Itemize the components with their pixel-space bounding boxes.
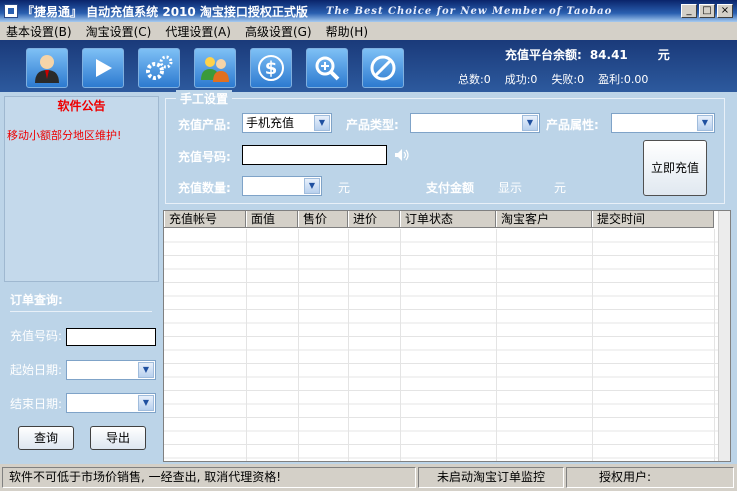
divider [10,311,152,312]
notice-text: 移动小额部分地区维护! [7,129,122,142]
product-label: 充值产品: [178,118,231,132]
product-select[interactable]: 手机充值 ▼ [242,113,332,133]
balance-label: 充值平台余额: [505,48,582,62]
table-header: 充值帐号 面值 售价 进价 订单状态 淘宝客户 提交时间 [164,211,714,228]
window-subtitle: The Best Choice for New Member of Taobao [325,5,613,17]
qty-unit: 元 [338,181,351,195]
gridline [400,229,401,461]
balance-value: 84.41 [589,48,628,62]
chevron-down-icon[interactable]: ▼ [138,395,154,411]
status-user: 授权用户: [566,467,734,488]
play-icon[interactable] [82,48,124,88]
balance-unit: 元 [657,48,670,62]
pay-label: 支付金额 [426,181,475,195]
query-end-label: 结束日期: [10,397,63,411]
zoom-in-icon[interactable] [306,48,348,88]
maximize-button[interactable]: □ [699,4,715,18]
menu-help[interactable]: 帮助(H) [326,23,368,40]
menu-advanced-settings[interactable]: 高级设置(G) [245,23,312,40]
attr-label: 产品属性: [546,118,599,132]
phone-input[interactable] [242,145,387,165]
title-bar: 『捷易通』 自动充值系统 2010 淘宝接口授权正式版 The Best Cho… [0,0,737,22]
end-date-picker[interactable]: ▼ [66,393,156,413]
phone-label: 充值号码: [178,150,231,164]
start-date-picker[interactable]: ▼ [66,360,156,380]
status-monitor: 未启动淘宝订单监控 [418,467,564,488]
balance-display: 充值平台余额: 84.41 元 [505,46,670,63]
col-submit-time[interactable]: 提交时间 [592,211,714,227]
col-sell-price[interactable]: 售价 [298,211,348,227]
col-taobao-customer[interactable]: 淘宝客户 [496,211,592,227]
order-table[interactable]: 充值帐号 面值 售价 进价 订单状态 淘宝客户 提交时间 [163,210,731,462]
speaker-icon[interactable] [394,148,410,162]
chevron-down-icon[interactable]: ▼ [314,115,330,131]
attr-select[interactable]: ▼ [611,113,715,133]
menu-agent-settings[interactable]: 代理设置(A) [165,23,231,40]
qty-select[interactable]: ▼ [242,176,322,196]
recharge-button[interactable]: 立即充值 [643,140,707,196]
toolbar: $ 充值平台余额: 84.41 元 总数:0 成功:0 失败:0 盈利:0.00 [0,40,737,92]
status-bar: 软件不可低于市场价销售, 一经查出, 取消代理资格! 未启动淘宝订单监控 授权用… [0,464,737,491]
notice-panel: 软件公告 移动小额部分地区维护! [4,96,159,282]
col-face-value[interactable]: 面值 [246,211,298,227]
pay-value: 显示 [498,181,523,195]
gridline [714,229,715,461]
window-title: 『捷易通』 自动充值系统 2010 淘宝接口授权正式版 [22,4,308,19]
query-start-label: 起始日期: [10,363,63,377]
col-order-status[interactable]: 订单状态 [400,211,496,227]
chevron-down-icon[interactable]: ▼ [304,178,320,194]
manual-legend: 手工设置 [176,90,233,107]
svg-text:$: $ [265,58,278,79]
menu-bar: 基本设置(B) 淘宝设置(C) 代理设置(A) 高级设置(G) 帮助(H) [0,22,737,40]
manual-settings-group: 手工设置 充值产品: 手机充值 ▼ 产品类型: ▼ 产品属性: ▼ 充值号码: 充… [165,90,725,204]
gridline [298,229,299,461]
chevron-down-icon[interactable]: ▼ [697,115,713,131]
stat-total: 总数:0 [458,73,491,86]
type-select[interactable]: ▼ [410,113,540,133]
order-query-title: 订单查询: [10,293,63,307]
menu-taobao-settings[interactable]: 淘宝设置(C) [86,23,152,40]
qty-label: 充值数量: [178,181,231,195]
gridline [592,229,593,461]
app-icon [4,4,18,18]
gridline [496,229,497,461]
pay-unit: 元 [554,181,567,195]
user-icon[interactable] [26,48,68,88]
status-warning: 软件不可低于市场价销售, 一经查出, 取消代理资格! [2,467,416,488]
query-phone-input[interactable] [66,328,156,346]
stat-profit: 盈利:0.00 [598,73,649,86]
users-icon[interactable] [194,48,236,88]
close-button[interactable]: × [717,4,733,18]
minimize-button[interactable]: _ [681,4,697,18]
type-label: 产品类型: [346,118,399,132]
gridline [348,229,349,461]
gears-icon[interactable] [138,48,180,88]
col-cost-price[interactable]: 进价 [348,211,400,227]
col-account[interactable]: 充值帐号 [164,211,246,227]
chevron-down-icon[interactable]: ▼ [522,115,538,131]
stat-success: 成功:0 [504,73,538,86]
vertical-scrollbar[interactable] [718,211,730,461]
order-query-panel: 订单查询: 充值号码: 起始日期: ▼ 结束日期: ▼ 查询 导出 [4,285,159,460]
export-button[interactable]: 导出 [90,426,146,450]
stats-row: 总数:0 成功:0 失败:0 盈利:0.00 [458,71,648,87]
stat-fail: 失败:0 [551,73,585,86]
main-area: $ 充值平台余额: 84.41 元 总数:0 成功:0 失败:0 盈利:0.00 软… [0,40,737,464]
gridline [246,229,247,461]
table-gridlines [164,229,720,461]
chevron-down-icon[interactable]: ▼ [138,362,154,378]
notice-title: 软件公告 [57,99,106,113]
product-value: 手机充值 [246,116,295,130]
forbid-icon[interactable] [362,48,404,88]
menu-basic-settings[interactable]: 基本设置(B) [6,23,72,40]
query-button[interactable]: 查询 [18,426,74,450]
dollar-icon[interactable]: $ [250,48,292,88]
query-phone-label: 充值号码: [10,329,63,343]
